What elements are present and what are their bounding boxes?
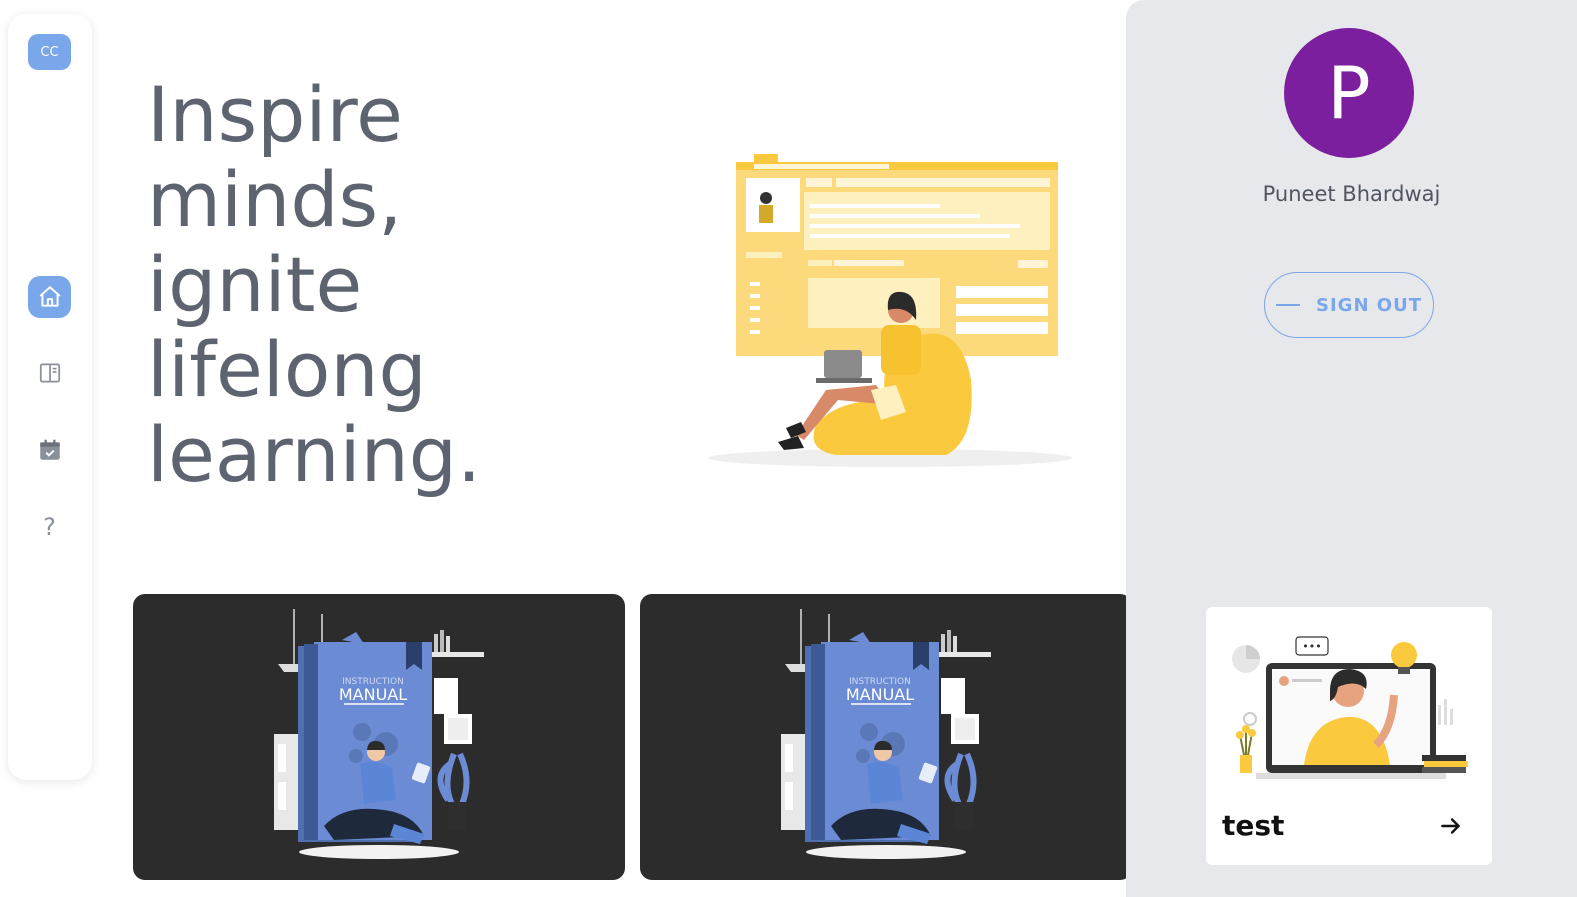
sign-out-button[interactable]: SIGN OUT	[1264, 272, 1434, 338]
instruction-manual-illustration: INSTRUCTION MANUAL	[781, 609, 991, 859]
book-cover-title: MANUAL	[339, 685, 407, 704]
chat-dots: •••	[1302, 640, 1321, 653]
instruction-manual-illustration: INSTRUCTION MANUAL	[274, 609, 484, 859]
avatar[interactable]: P	[1284, 28, 1414, 158]
book-cover-title: MANUAL	[846, 685, 914, 704]
hero-line: learning.	[147, 410, 482, 499]
sidebar-item-help[interactable]: ?	[28, 506, 71, 548]
book-icon	[39, 363, 60, 383]
calendar-check-icon	[39, 439, 60, 460]
hero-illustration	[708, 154, 1072, 467]
sidebar-item-courses[interactable]	[28, 352, 71, 394]
card-title: test	[1222, 809, 1285, 842]
teacher-video-illustration: •••	[1232, 636, 1468, 779]
hero-line: minds,	[147, 155, 403, 244]
question-icon: ?	[43, 513, 56, 541]
sidebar-item-calendar[interactable]	[28, 429, 71, 471]
course-preview-card[interactable]: ••• test	[1206, 607, 1492, 865]
course-card[interactable]: INSTRUCTION MANUAL	[640, 594, 1132, 880]
sign-out-label: SIGN OUT	[1316, 294, 1422, 316]
sidebar-item-home[interactable]	[28, 276, 71, 318]
dash-icon	[1276, 304, 1301, 306]
app-logo[interactable]: CC	[28, 34, 71, 70]
user-name: Puneet Bhardwaj	[1262, 182, 1441, 206]
arrow-right-icon[interactable]	[1438, 813, 1464, 839]
hero-line: lifelong	[147, 325, 427, 414]
home-icon	[39, 286, 60, 307]
profile-panel: P Puneet Bhardwaj SIGN OUT ••• test	[1126, 0, 1577, 897]
sidebar: CC ?	[8, 14, 92, 780]
hero-line: ignite	[147, 240, 363, 329]
hero-heading: Inspire minds, ignite lifelong learning.	[147, 72, 667, 497]
course-card[interactable]: INSTRUCTION MANUAL	[133, 594, 625, 880]
hero-line: Inspire	[147, 70, 403, 159]
